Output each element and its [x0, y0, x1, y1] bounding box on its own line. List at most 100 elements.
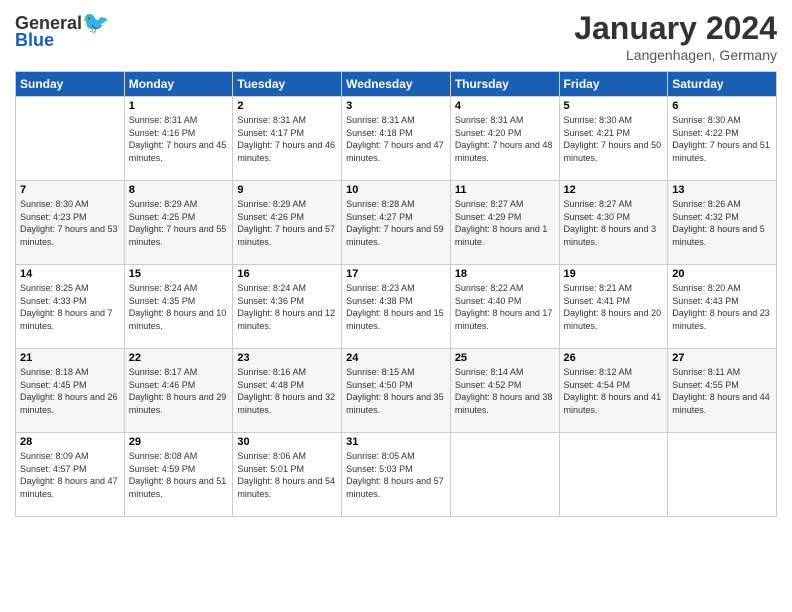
- day-info: Sunrise: 8:30 AMSunset: 4:21 PMDaylight:…: [564, 114, 664, 164]
- header-area: General 🐦 Blue January 2024 Langenhagen,…: [15, 10, 777, 63]
- logo-bird-icon: 🐦: [82, 10, 109, 36]
- day-info: Sunrise: 8:20 AMSunset: 4:43 PMDaylight:…: [672, 282, 772, 332]
- day-number: 9: [237, 184, 337, 196]
- calendar-cell: 29Sunrise: 8:08 AMSunset: 4:59 PMDayligh…: [124, 433, 233, 517]
- calendar-cell: 21 Sunrise: 8:18 AMSunset: 4:45 PMDayligh…: [16, 349, 125, 433]
- day-number: 6: [672, 100, 772, 112]
- calendar-cell: 2 Sunrise: 8:31 AMSunset: 4:17 PMDaylight…: [233, 97, 342, 181]
- day-info: Sunrise: 8:26 AMSunset: 4:32 PMDaylight:…: [672, 198, 772, 248]
- day-info: Sunrise: 8:18 AMSunset: 4:45 PMDaylight:…: [20, 366, 120, 416]
- day-number: 15: [129, 268, 229, 280]
- calendar-cell: 17Sunrise: 8:23 AMSunset: 4:38 PMDayligh…: [342, 265, 451, 349]
- day-info: Sunrise: 8:15 AMSunset: 4:50 PMDaylight:…: [346, 366, 446, 416]
- calendar-cell: 12 Sunrise: 8:27 AMSunset: 4:30 PMDayligh…: [559, 181, 668, 265]
- day-number: 16: [237, 268, 337, 280]
- day-info: Sunrise: 8:12 AMSunset: 4:54 PMDaylight:…: [564, 366, 664, 416]
- week-row-4: 21 Sunrise: 8:18 AMSunset: 4:45 PMDayligh…: [16, 349, 777, 433]
- calendar-cell: 15 Sunrise: 8:24 AMSunset: 4:35 PMDayligh…: [124, 265, 233, 349]
- day-info: Sunrise: 8:30 AMSunset: 4:22 PMDaylight:…: [672, 114, 772, 164]
- day-info: Sunrise: 8:31 AMSunset: 4:20 PMDaylight:…: [455, 114, 555, 164]
- day-number: 7: [20, 184, 120, 196]
- header-day-thursday: Thursday: [450, 72, 559, 97]
- day-number: 18: [455, 268, 555, 280]
- title-area: January 2024 Langenhagen, Germany: [574, 10, 777, 63]
- day-number: 20: [672, 268, 772, 280]
- day-info: Sunrise: 8:24 AMSunset: 4:35 PMDaylight:…: [129, 282, 229, 332]
- month-year-title: January 2024: [574, 10, 777, 47]
- day-info: Sunrise: 8:27 AMSunset: 4:30 PMDaylight:…: [564, 198, 664, 248]
- day-number: 27: [672, 352, 772, 364]
- day-info: Sunrise: 8:29 AMSunset: 4:25 PMDaylight:…: [129, 198, 229, 248]
- day-info: Sunrise: 8:31 AMSunset: 4:16 PMDaylight:…: [129, 114, 229, 164]
- day-number: 30: [237, 436, 337, 448]
- calendar-cell: 30 Sunrise: 8:06 AMSunset: 5:01 PMDayligh…: [233, 433, 342, 517]
- calendar-cell: 9Sunrise: 8:29 AMSunset: 4:26 PMDaylight…: [233, 181, 342, 265]
- day-number: 5: [564, 100, 664, 112]
- day-info: Sunrise: 8:31 AMSunset: 4:18 PMDaylight:…: [346, 114, 446, 164]
- day-number: 1: [129, 100, 229, 112]
- logo: General 🐦 Blue: [15, 10, 109, 51]
- calendar-cell: [559, 433, 668, 517]
- day-info: Sunrise: 8:31 AMSunset: 4:17 PMDaylight:…: [237, 114, 337, 164]
- day-info: Sunrise: 8:22 AMSunset: 4:40 PMDaylight:…: [455, 282, 555, 332]
- logo-blue-text: Blue: [15, 30, 54, 51]
- calendar-cell: 23 Sunrise: 8:16 AMSunset: 4:48 PMDayligh…: [233, 349, 342, 433]
- day-info: Sunrise: 8:05 AMSunset: 5:03 PMDaylight:…: [346, 450, 446, 500]
- day-number: 13: [672, 184, 772, 196]
- day-info: Sunrise: 8:14 AMSunset: 4:52 PMDaylight:…: [455, 366, 555, 416]
- day-info: Sunrise: 8:27 AMSunset: 4:29 PMDaylight:…: [455, 198, 555, 248]
- calendar-header-row: SundayMondayTuesdayWednesdayThursdayFrid…: [16, 72, 777, 97]
- day-number: 12: [564, 184, 664, 196]
- calendar-cell: 4 Sunrise: 8:31 AMSunset: 4:20 PMDaylight…: [450, 97, 559, 181]
- calendar-cell: 20 Sunrise: 8:20 AMSunset: 4:43 PMDayligh…: [668, 265, 777, 349]
- day-number: 25: [455, 352, 555, 364]
- day-info: Sunrise: 8:24 AMSunset: 4:36 PMDaylight:…: [237, 282, 337, 332]
- calendar-cell: 8Sunrise: 8:29 AMSunset: 4:25 PMDaylight…: [124, 181, 233, 265]
- day-info: Sunrise: 8:16 AMSunset: 4:48 PMDaylight:…: [237, 366, 337, 416]
- calendar-cell: 5 Sunrise: 8:30 AMSunset: 4:21 PMDaylight…: [559, 97, 668, 181]
- day-number: 29: [129, 436, 229, 448]
- calendar-cell: 7 Sunrise: 8:30 AMSunset: 4:23 PMDaylight…: [16, 181, 125, 265]
- calendar-container: General 🐦 Blue January 2024 Langenhagen,…: [0, 0, 792, 527]
- header-day-friday: Friday: [559, 72, 668, 97]
- header-day-tuesday: Tuesday: [233, 72, 342, 97]
- calendar-cell: 26 Sunrise: 8:12 AMSunset: 4:54 PMDayligh…: [559, 349, 668, 433]
- calendar-cell: 27Sunrise: 8:11 AMSunset: 4:55 PMDayligh…: [668, 349, 777, 433]
- calendar-cell: 22Sunrise: 8:17 AMSunset: 4:46 PMDayligh…: [124, 349, 233, 433]
- day-number: 17: [346, 268, 446, 280]
- day-number: 2: [237, 100, 337, 112]
- header-day-saturday: Saturday: [668, 72, 777, 97]
- location-subtitle: Langenhagen, Germany: [574, 47, 777, 63]
- day-number: 14: [20, 268, 120, 280]
- day-number: 23: [237, 352, 337, 364]
- calendar-cell: 3 Sunrise: 8:31 AMSunset: 4:18 PMDaylight…: [342, 97, 451, 181]
- day-info: Sunrise: 8:25 AMSunset: 4:33 PMDaylight:…: [20, 282, 120, 332]
- calendar-cell: [668, 433, 777, 517]
- day-number: 31: [346, 436, 446, 448]
- calendar-cell: [16, 97, 125, 181]
- calendar-cell: 11 Sunrise: 8:27 AMSunset: 4:29 PMDayligh…: [450, 181, 559, 265]
- day-info: Sunrise: 8:17 AMSunset: 4:46 PMDaylight:…: [129, 366, 229, 416]
- calendar-table: SundayMondayTuesdayWednesdayThursdayFrid…: [15, 71, 777, 517]
- day-info: Sunrise: 8:06 AMSunset: 5:01 PMDaylight:…: [237, 450, 337, 500]
- calendar-cell: 25 Sunrise: 8:14 AMSunset: 4:52 PMDayligh…: [450, 349, 559, 433]
- calendar-cell: 13 Sunrise: 8:26 AMSunset: 4:32 PMDayligh…: [668, 181, 777, 265]
- calendar-cell: 31 Sunrise: 8:05 AMSunset: 5:03 PMDayligh…: [342, 433, 451, 517]
- calendar-cell: [450, 433, 559, 517]
- calendar-cell: 6 Sunrise: 8:30 AMSunset: 4:22 PMDaylight…: [668, 97, 777, 181]
- day-number: 4: [455, 100, 555, 112]
- week-row-5: 28 Sunrise: 8:09 AMSunset: 4:57 PMDayligh…: [16, 433, 777, 517]
- day-number: 26: [564, 352, 664, 364]
- calendar-cell: 14 Sunrise: 8:25 AMSunset: 4:33 PMDayligh…: [16, 265, 125, 349]
- day-number: 3: [346, 100, 446, 112]
- header-day-sunday: Sunday: [16, 72, 125, 97]
- day-info: Sunrise: 8:30 AMSunset: 4:23 PMDaylight:…: [20, 198, 120, 248]
- day-info: Sunrise: 8:09 AMSunset: 4:57 PMDaylight:…: [20, 450, 120, 500]
- day-number: 19: [564, 268, 664, 280]
- day-number: 21: [20, 352, 120, 364]
- day-number: 28: [20, 436, 120, 448]
- week-row-3: 14 Sunrise: 8:25 AMSunset: 4:33 PMDayligh…: [16, 265, 777, 349]
- day-number: 11: [455, 184, 555, 196]
- week-row-1: 1 Sunrise: 8:31 AMSunset: 4:16 PMDaylight…: [16, 97, 777, 181]
- header-day-monday: Monday: [124, 72, 233, 97]
